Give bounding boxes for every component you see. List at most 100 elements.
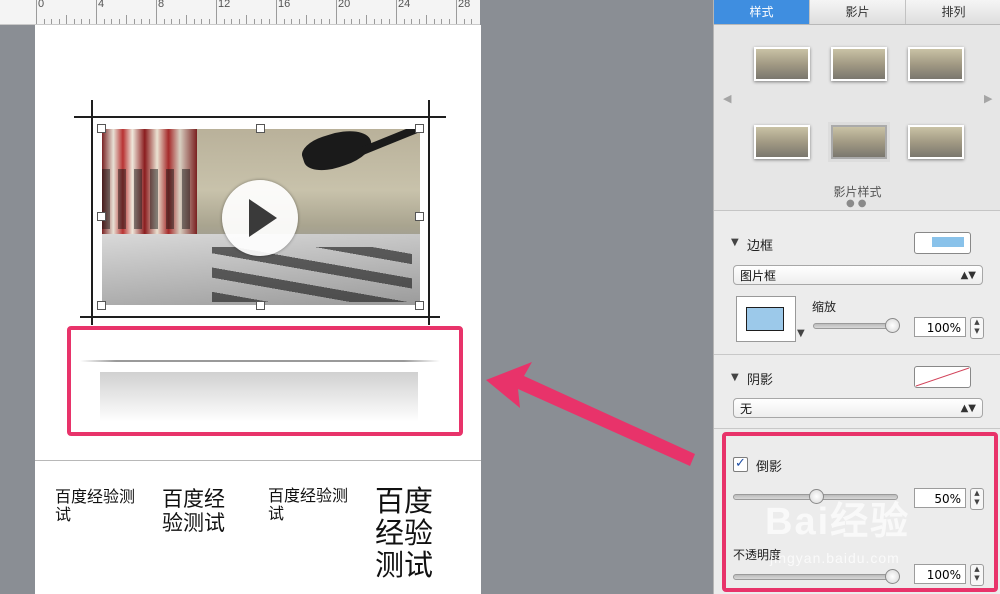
ruler-tick	[201, 19, 202, 24]
shadow-select[interactable]: 无 ▲▼	[733, 398, 983, 418]
disclosure-triangle-icon[interactable]: ▼	[731, 372, 739, 383]
resize-handle-top-left[interactable]	[97, 124, 106, 133]
ruler-label: 0	[38, 0, 45, 10]
ruler-tick	[103, 19, 105, 24]
ruler-tick	[456, 0, 457, 24]
text-box[interactable]: 百度经验测试	[268, 486, 348, 524]
ruler-tick	[51, 19, 52, 24]
ruler-tick	[313, 19, 315, 24]
tab-style[interactable]: 样式	[714, 0, 810, 24]
ruler-tick	[343, 19, 345, 24]
resize-handle-bottom-right[interactable]	[415, 301, 424, 310]
shadow-section-label: 阴影	[747, 373, 774, 388]
ruler-tick	[111, 19, 112, 24]
ruler-tick	[403, 19, 405, 24]
next-page-icon[interactable]: ▶	[984, 92, 992, 105]
popup-arrows-icon: ▲▼	[960, 403, 976, 414]
ruler-tick	[126, 15, 127, 24]
tab-arrange[interactable]: 排列	[906, 0, 1000, 24]
text-box[interactable]: 百度经验测试	[162, 487, 238, 535]
shadow-value: 无	[740, 402, 753, 416]
style-thumbnail[interactable]	[754, 47, 810, 81]
ruler-tick	[88, 19, 90, 24]
ruler-label: 4	[98, 0, 105, 10]
ruler-tick	[433, 19, 435, 24]
resize-handle-right[interactable]	[415, 212, 424, 221]
border-section-label: 边框	[747, 239, 774, 254]
resize-handle-top[interactable]	[256, 124, 265, 133]
ruler-tick	[96, 0, 97, 24]
ruler-tick	[373, 19, 375, 24]
frame-menu-arrow-icon[interactable]: ▼	[797, 328, 805, 339]
ruler-tick	[306, 15, 307, 24]
resize-handle-top-right[interactable]	[415, 124, 424, 133]
resize-handle-left[interactable]	[97, 212, 106, 221]
resize-handle-bottom-left[interactable]	[97, 301, 106, 310]
frame-line-right	[428, 100, 430, 325]
shadow-color-swatch[interactable]	[914, 366, 971, 388]
resize-handle-bottom[interactable]	[256, 301, 265, 310]
frame-preview[interactable]	[736, 296, 796, 342]
frame-line-top	[74, 116, 446, 118]
ruler-tick	[351, 19, 352, 24]
ruler-label: 24	[398, 0, 411, 10]
scale-slider[interactable]	[813, 323, 895, 329]
arrow-annotation	[486, 362, 695, 466]
ruler-tick	[193, 19, 195, 24]
reflection-highlight-box	[67, 326, 463, 436]
ruler-tick	[216, 0, 217, 24]
ruler-tick	[358, 19, 360, 24]
ruler-tick	[178, 19, 180, 24]
style-thumbnail-selected[interactable]	[831, 125, 887, 159]
ruler-tick	[298, 19, 300, 24]
ruler-tick	[163, 19, 165, 24]
ruler-tick	[418, 19, 420, 24]
ruler-label: 12	[218, 0, 231, 10]
ruler-label: 8	[158, 0, 165, 10]
tab-movie[interactable]: 影片	[810, 0, 906, 24]
ruler-tick	[471, 19, 472, 24]
ruler-tick	[133, 19, 135, 24]
ruler-tick	[381, 19, 382, 24]
disclosure-triangle-icon[interactable]: ▼	[731, 237, 739, 248]
ruler-tick	[81, 19, 82, 24]
ruler-tick	[186, 15, 187, 24]
ruler-tick	[171, 19, 172, 24]
text-box[interactable]: 百度经验测试	[55, 487, 135, 525]
ruler-tick	[411, 19, 412, 24]
movie-curtain-pattern	[102, 169, 197, 229]
frame-line-left	[91, 100, 93, 325]
ruler-tick	[66, 15, 67, 24]
ruler-label: 20	[338, 0, 351, 10]
ruler-tick	[231, 19, 232, 24]
frame-line-bottom	[80, 316, 440, 318]
page-indicator[interactable]: ●●	[846, 198, 869, 209]
ruler-tick	[441, 19, 442, 24]
ruler-tick	[366, 15, 367, 24]
ruler-tick	[253, 19, 255, 24]
ruler-tick	[276, 0, 277, 24]
ruler-tick	[283, 19, 285, 24]
ruler-tick	[396, 0, 397, 24]
previous-page-icon[interactable]: ◀	[723, 92, 731, 105]
style-thumbnail[interactable]	[908, 47, 964, 81]
scale-value-field[interactable]: 100%	[914, 317, 966, 337]
ruler-tick	[291, 19, 292, 24]
ruler-tick	[426, 15, 427, 24]
play-icon[interactable]	[222, 180, 298, 256]
scale-stepper[interactable]: ▲ ▼	[970, 317, 984, 339]
scale-slider-knob[interactable]	[885, 318, 900, 333]
style-thumbnail[interactable]	[754, 125, 810, 159]
ruler-tick	[156, 0, 157, 24]
style-thumbnail[interactable]	[831, 47, 887, 81]
ruler-label: 16	[278, 0, 291, 10]
style-thumbnail[interactable]	[908, 125, 964, 159]
ruler-tick	[73, 19, 75, 24]
border-color-swatch[interactable]	[914, 232, 971, 254]
ruler-tick	[208, 19, 210, 24]
inspector-tabs: 样式 影片 排列	[714, 0, 1000, 25]
section-divider	[714, 354, 1000, 355]
frame-type-select[interactable]: 图片框 ▲▼	[733, 265, 983, 285]
ruler-tick	[141, 19, 142, 24]
text-box[interactable]: 百度经验测试	[375, 485, 443, 582]
